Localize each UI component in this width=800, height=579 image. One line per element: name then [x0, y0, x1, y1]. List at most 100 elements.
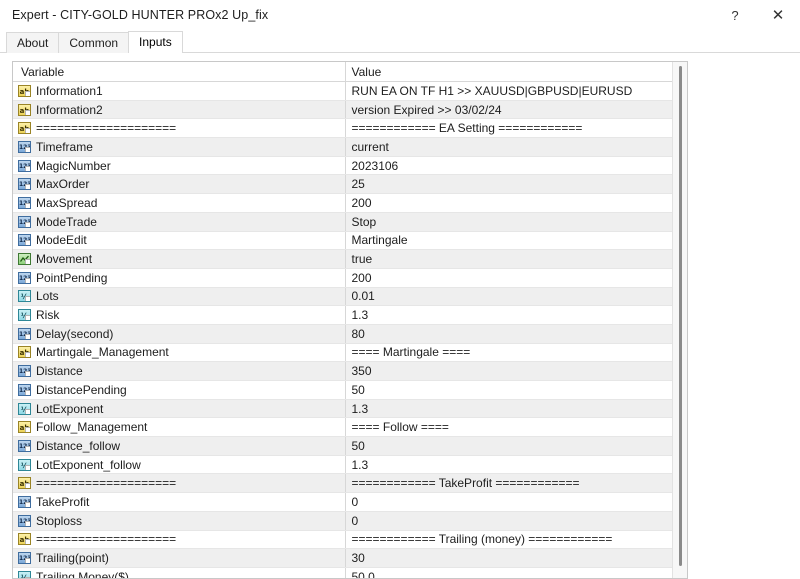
table-row[interactable]: 123Stoploss0: [13, 511, 673, 530]
cell-variable[interactable]: 123ModeTrade: [13, 212, 345, 231]
cell-variable[interactable]: 123PointPending: [13, 268, 345, 287]
cell-value[interactable]: version Expired >> 03/02/24: [345, 100, 673, 119]
cell-value[interactable]: current: [345, 138, 673, 157]
cell-variable[interactable]: 123Stoploss: [13, 511, 345, 530]
cell-value[interactable]: 0: [345, 511, 673, 530]
table-row[interactable]: abInformation2version Expired >> 03/02/2…: [13, 100, 673, 119]
table-row[interactable]: ½LotExponent_follow1.3: [13, 455, 673, 474]
cell-variable[interactable]: ½Lots: [13, 287, 345, 306]
window-titlebar: Expert - CITY-GOLD HUNTER PROx2 Up_fix ?…: [0, 0, 800, 31]
grid-vertical-scrollbar[interactable]: [672, 62, 687, 578]
cell-value[interactable]: 2023106: [345, 156, 673, 175]
cell-variable[interactable]: abInformation1: [13, 82, 345, 101]
table-row[interactable]: abMartingale_Management==== Martingale =…: [13, 343, 673, 362]
help-button[interactable]: ?: [714, 0, 756, 30]
cell-variable[interactable]: 123Delay(second): [13, 324, 345, 343]
cell-value[interactable]: 50: [345, 437, 673, 456]
table-row[interactable]: 123MaxOrder25: [13, 175, 673, 194]
variable-name: Risk: [36, 309, 59, 321]
variable-name: Lots: [36, 290, 59, 302]
table-row[interactable]: 123Distance350: [13, 362, 673, 381]
table-row[interactable]: 123Distance_follow50: [13, 437, 673, 456]
cell-variable[interactable]: ½Risk: [13, 306, 345, 325]
cell-value[interactable]: ==== Follow ====: [345, 418, 673, 437]
tab-common[interactable]: Common: [58, 32, 129, 53]
tab-about[interactable]: About: [6, 32, 59, 53]
cell-variable[interactable]: 123Distance_follow: [13, 437, 345, 456]
cell-variable[interactable]: 123TakeProfit: [13, 493, 345, 512]
cell-variable[interactable]: abMartingale_Management: [13, 343, 345, 362]
variable-name: Distance: [36, 365, 83, 377]
cell-variable[interactable]: ab====================: [13, 119, 345, 138]
cell-value[interactable]: 25: [345, 175, 673, 194]
cell-value[interactable]: 1.3: [345, 455, 673, 474]
cell-variable[interactable]: 123MaxOrder: [13, 175, 345, 194]
cell-variable[interactable]: Movement: [13, 250, 345, 269]
cell-value[interactable]: Martingale: [345, 231, 673, 250]
cell-value[interactable]: 50: [345, 381, 673, 400]
column-header-variable[interactable]: Variable: [13, 62, 345, 82]
table-row[interactable]: 123MaxSpread200: [13, 194, 673, 213]
cell-value[interactable]: Stop: [345, 212, 673, 231]
cell-variable[interactable]: 123ModeEdit: [13, 231, 345, 250]
table-row[interactable]: Movement true: [13, 250, 673, 269]
cell-value[interactable]: ============ Trailing (money) ==========…: [345, 530, 673, 549]
cell-variable[interactable]: 123Timeframe: [13, 138, 345, 157]
table-row[interactable]: ab================================ EA Se…: [13, 119, 673, 138]
table-row[interactable]: 123TakeProfit0: [13, 493, 673, 512]
cell-value[interactable]: 200: [345, 194, 673, 213]
cell-variable[interactable]: ½Trailing Money($): [13, 567, 345, 578]
table-row[interactable]: abFollow_Management==== Follow ====: [13, 418, 673, 437]
cell-value[interactable]: 50.0: [345, 567, 673, 578]
cell-value[interactable]: 0: [345, 493, 673, 512]
cell-value[interactable]: 350: [345, 362, 673, 381]
table-row[interactable]: ½Trailing Money($)50.0: [13, 567, 673, 578]
cell-value[interactable]: 0.01: [345, 287, 673, 306]
cell-value[interactable]: RUN EA ON TF H1 >> XAUUSD|GBPUSD|EURUSD: [345, 82, 673, 101]
cell-variable[interactable]: ½LotExponent: [13, 399, 345, 418]
close-button[interactable]: ✕: [756, 0, 800, 30]
table-row[interactable]: 123DistancePending50: [13, 381, 673, 400]
column-header-value[interactable]: Value: [345, 62, 673, 82]
expert-properties-window: Expert - CITY-GOLD HUNTER PROx2 Up_fix ?…: [0, 0, 800, 578]
table-row[interactable]: 123ModeEditMartingale: [13, 231, 673, 250]
cell-value[interactable]: 30: [345, 549, 673, 568]
scrollbar-thumb[interactable]: [679, 66, 682, 566]
cell-value[interactable]: 80: [345, 324, 673, 343]
cell-value[interactable]: 1.3: [345, 306, 673, 325]
table-row[interactable]: ab================================ Trail…: [13, 530, 673, 549]
cell-value[interactable]: 1.3: [345, 399, 673, 418]
table-row[interactable]: ½Lots0.01: [13, 287, 673, 306]
cell-variable[interactable]: ½LotExponent_follow: [13, 455, 345, 474]
table-row[interactable]: 123ModeTradeStop: [13, 212, 673, 231]
string-icon: ab: [18, 122, 31, 134]
cell-variable[interactable]: 123MagicNumber: [13, 156, 345, 175]
tab-inputs[interactable]: Inputs: [128, 31, 183, 53]
variable-name: PointPending: [36, 272, 107, 284]
cell-variable[interactable]: 123DistancePending: [13, 381, 345, 400]
cell-variable[interactable]: ab====================: [13, 474, 345, 493]
table-row[interactable]: abInformation1RUN EA ON TF H1 >> XAUUSD|…: [13, 82, 673, 101]
cell-value[interactable]: true: [345, 250, 673, 269]
cell-value[interactable]: 200: [345, 268, 673, 287]
cell-value[interactable]: ==== Martingale ====: [345, 343, 673, 362]
table-row[interactable]: 123Timeframecurrent: [13, 138, 673, 157]
table-row[interactable]: 123Delay(second)80: [13, 324, 673, 343]
variable-name: Movement: [36, 253, 92, 265]
cell-value[interactable]: ============ TakeProfit ============: [345, 474, 673, 493]
cell-variable[interactable]: ab====================: [13, 530, 345, 549]
table-row[interactable]: ab================================ TakeP…: [13, 474, 673, 493]
cell-variable[interactable]: 123Distance: [13, 362, 345, 381]
cell-value[interactable]: ============ EA Setting ============: [345, 119, 673, 138]
table-row[interactable]: ½LotExponent1.3: [13, 399, 673, 418]
table-row[interactable]: 123PointPending200: [13, 268, 673, 287]
table-row[interactable]: 123MagicNumber2023106: [13, 156, 673, 175]
table-row[interactable]: ½Risk1.3: [13, 306, 673, 325]
table-row[interactable]: 123Trailing(point)30: [13, 549, 673, 568]
cell-variable[interactable]: abInformation2: [13, 100, 345, 119]
cell-variable[interactable]: 123MaxSpread: [13, 194, 345, 213]
cell-variable[interactable]: 123Trailing(point): [13, 549, 345, 568]
header-row: Variable Value: [13, 62, 673, 82]
variable-name: Information1: [36, 85, 103, 97]
cell-variable[interactable]: abFollow_Management: [13, 418, 345, 437]
